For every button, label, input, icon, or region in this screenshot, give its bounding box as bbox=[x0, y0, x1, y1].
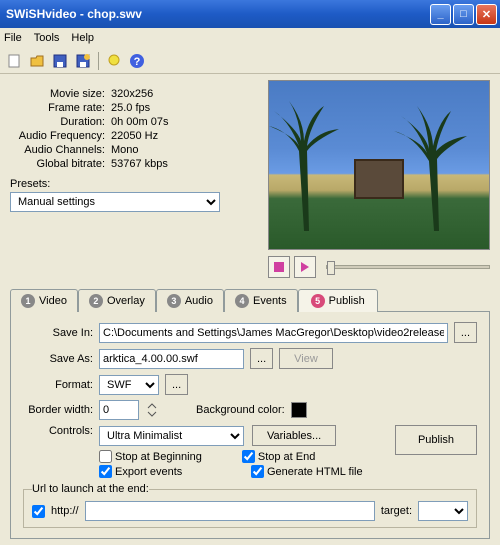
export-events-checkbox[interactable]: Export events bbox=[99, 465, 211, 478]
publish-button[interactable]: Publish bbox=[395, 425, 477, 455]
url-launch-legend: Url to launch at the end: bbox=[32, 483, 149, 495]
spinner-up-icon[interactable] bbox=[145, 401, 160, 410]
global-bitrate-value: 53767 kbps bbox=[111, 158, 168, 170]
window-title: SWiSHvideo - chop.swv bbox=[6, 7, 430, 21]
audio-ch-value: Mono bbox=[111, 144, 139, 156]
controls-select[interactable]: Ultra Minimalist bbox=[99, 426, 244, 446]
url-scheme-label: http:// bbox=[51, 505, 79, 517]
movie-size-value: 320x256 bbox=[111, 88, 153, 100]
global-bitrate-label: Global bitrate: bbox=[10, 158, 105, 170]
frame-rate-label: Frame rate: bbox=[10, 102, 105, 114]
audio-freq-value: 22050 Hz bbox=[111, 130, 158, 142]
presets-select[interactable]: Manual settings bbox=[10, 192, 220, 212]
stop-at-beginning-checkbox[interactable]: Stop at Beginning bbox=[99, 450, 202, 463]
save-as-field[interactable] bbox=[99, 349, 244, 369]
menu-file[interactable]: File bbox=[4, 32, 22, 44]
border-width-label: Border width: bbox=[23, 404, 93, 416]
presets-label: Presets: bbox=[10, 178, 258, 190]
tab-overlay[interactable]: 2Overlay bbox=[78, 289, 156, 312]
format-more-button[interactable]: ... bbox=[165, 374, 188, 395]
tab-publish[interactable]: 5Publish bbox=[298, 289, 378, 312]
play-button[interactable] bbox=[294, 256, 316, 278]
browse-save-as-button[interactable]: ... bbox=[250, 348, 273, 369]
lightbulb-icon[interactable] bbox=[104, 51, 124, 71]
minimize-button[interactable]: _ bbox=[430, 4, 451, 25]
view-button: View bbox=[279, 348, 333, 369]
save-as-icon[interactable] bbox=[73, 51, 93, 71]
duration-label: Duration: bbox=[10, 116, 105, 128]
tab-audio[interactable]: 3Audio bbox=[156, 289, 224, 312]
variables-button[interactable]: Variables... bbox=[252, 425, 336, 446]
save-in-field[interactable] bbox=[99, 323, 448, 343]
svg-text:?: ? bbox=[134, 56, 141, 68]
stop-button[interactable] bbox=[268, 256, 290, 278]
target-label: target: bbox=[381, 505, 412, 517]
frame-rate-value: 25.0 fps bbox=[111, 102, 150, 114]
url-field[interactable] bbox=[85, 501, 375, 521]
bg-color-label: Background color: bbox=[196, 404, 285, 416]
help-icon[interactable]: ? bbox=[127, 51, 147, 71]
audio-ch-label: Audio Channels: bbox=[10, 144, 105, 156]
browse-save-in-button[interactable]: ... bbox=[454, 322, 477, 343]
spinner-down-icon[interactable] bbox=[145, 410, 160, 419]
toolbar-separator bbox=[98, 52, 99, 70]
movie-info: Movie size: 320x256 Frame rate: 25.0 fps D… bbox=[10, 80, 258, 278]
stop-at-end-checkbox[interactable]: Stop at End bbox=[242, 450, 316, 463]
save-in-label: Save In: bbox=[23, 327, 93, 339]
border-width-field[interactable] bbox=[99, 400, 139, 420]
menu-help[interactable]: Help bbox=[71, 32, 94, 44]
save-icon[interactable] bbox=[50, 51, 70, 71]
url-enable-checkbox[interactable] bbox=[32, 505, 45, 518]
target-select[interactable] bbox=[418, 501, 468, 521]
new-icon[interactable] bbox=[4, 51, 24, 71]
bg-color-picker[interactable] bbox=[291, 402, 307, 418]
open-icon[interactable] bbox=[27, 51, 47, 71]
video-preview bbox=[268, 80, 490, 250]
save-as-label: Save As: bbox=[23, 353, 93, 365]
seek-slider[interactable] bbox=[326, 265, 490, 269]
close-button[interactable]: ✕ bbox=[476, 4, 497, 25]
movie-size-label: Movie size: bbox=[10, 88, 105, 100]
generate-html-checkbox[interactable]: Generate HTML file bbox=[251, 465, 363, 478]
maximize-button[interactable]: □ bbox=[453, 4, 474, 25]
tab-events[interactable]: 4Events bbox=[224, 289, 298, 312]
tab-video[interactable]: 1Video bbox=[10, 289, 78, 312]
controls-label: Controls: bbox=[23, 425, 93, 437]
format-label: Format: bbox=[23, 379, 93, 391]
duration-value: 0h 00m 07s bbox=[111, 116, 168, 128]
format-select[interactable]: SWF bbox=[99, 375, 159, 395]
menu-tools[interactable]: Tools bbox=[34, 32, 60, 44]
audio-freq-label: Audio Frequency: bbox=[10, 130, 105, 142]
